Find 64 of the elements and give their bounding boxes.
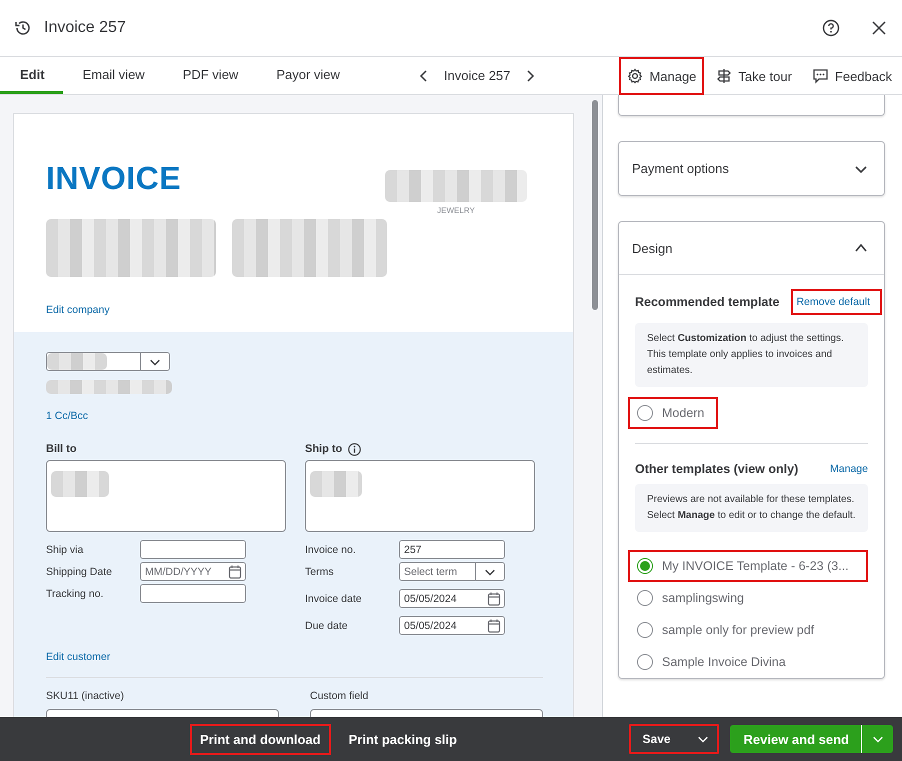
manage-link[interactable]: Manage: [830, 463, 868, 475]
select-field[interactable]: Select term: [399, 562, 505, 581]
field-label: Invoice date: [305, 592, 363, 604]
settings-icon: [627, 68, 644, 84]
custom-field-label: SKU11 (inactive): [46, 690, 124, 702]
view-tab[interactable]: PDF view: [162, 57, 256, 94]
save-button[interactable]: Save: [628, 724, 719, 754]
input-field[interactable]: [140, 584, 246, 603]
window-title: Invoice 257: [44, 19, 127, 37]
template-radio[interactable]: Sample Invoice Divina: [628, 646, 868, 678]
field-label: Due date: [305, 620, 349, 632]
date-field[interactable]: 05/05/2024: [399, 589, 505, 608]
calendar-icon: [487, 592, 501, 606]
bill-to-label: Bill to: [46, 442, 78, 456]
toolbar-button[interactable]: Feedback: [804, 57, 900, 95]
record-label: Invoice 257: [444, 68, 510, 83]
section-header[interactable]: Design: [619, 222, 884, 275]
input-field[interactable]: [140, 540, 246, 559]
date-field[interactable]: MM/DD/YYYY: [140, 562, 246, 581]
info-icon: [348, 442, 362, 456]
cc-bcc-link[interactable]: 1 Cc/Bcc: [46, 410, 88, 422]
template-radio[interactable]: My INVOICE Template - 6-23 (3...: [628, 550, 868, 582]
edit-company-link[interactable]: Edit company: [46, 304, 110, 316]
input-field[interactable]: 257: [399, 540, 505, 559]
help-button[interactable]: [820, 17, 842, 39]
field-label: Shipping Date: [46, 566, 113, 578]
redacted-address: [51, 471, 109, 497]
footer-button[interactable]: Print packing slip: [338, 724, 467, 754]
invoice-title: INVOICE: [46, 160, 182, 198]
field-label: Ship via: [46, 544, 84, 556]
view-tab[interactable]: Email view: [62, 57, 163, 94]
ship-to-field[interactable]: [305, 460, 535, 532]
ship-to-label: Ship to: [305, 442, 342, 456]
email-select[interactable]: [46, 352, 170, 371]
info-note: Previews are not available for these templates. Select Manage to edit or to change the default.: [635, 484, 868, 532]
field-label: Tracking no.: [46, 588, 104, 600]
logo-caption: JEWELRY: [437, 206, 475, 215]
calendar-icon: [228, 564, 242, 578]
view-tab[interactable]: Payor view: [256, 57, 358, 94]
custom-field-label: Custom field: [310, 690, 368, 702]
remove-default-link[interactable]: Remove default: [791, 289, 882, 315]
toolbar-button[interactable]: Take tour: [708, 57, 800, 95]
edit-customer-link[interactable]: Edit customer: [46, 651, 110, 663]
redacted-email: [47, 353, 107, 370]
section-label: Other templates (view only): [635, 462, 798, 476]
history-icon: [14, 19, 32, 37]
close-button[interactable]: [870, 19, 888, 37]
template-radio[interactable]: Modern: [628, 397, 718, 429]
scrollbar-thumb[interactable]: [592, 100, 598, 310]
template-radio[interactable]: samplingswing: [628, 582, 868, 614]
chat-icon: [812, 68, 829, 84]
footer-button[interactable]: Print and download: [190, 724, 331, 754]
field-label: Invoice no.: [305, 544, 357, 556]
bill-to-field[interactable]: [46, 460, 286, 532]
section-label: Recommended template: [635, 295, 780, 309]
template-radio[interactable]: sample only for preview pdf: [628, 614, 868, 646]
calendar-icon: [487, 618, 501, 632]
section-header[interactable]: Payment options: [619, 142, 884, 195]
signpost-icon: [716, 68, 732, 84]
info-note: Select Customization to adjust the settings. This template only applies to invoices and estimates.: [635, 323, 868, 387]
toolbar-button[interactable]: Manage: [619, 57, 704, 95]
redacted-address: [310, 471, 362, 497]
date-field[interactable]: 05/05/2024: [399, 616, 505, 635]
field-label: Terms: [305, 566, 335, 578]
